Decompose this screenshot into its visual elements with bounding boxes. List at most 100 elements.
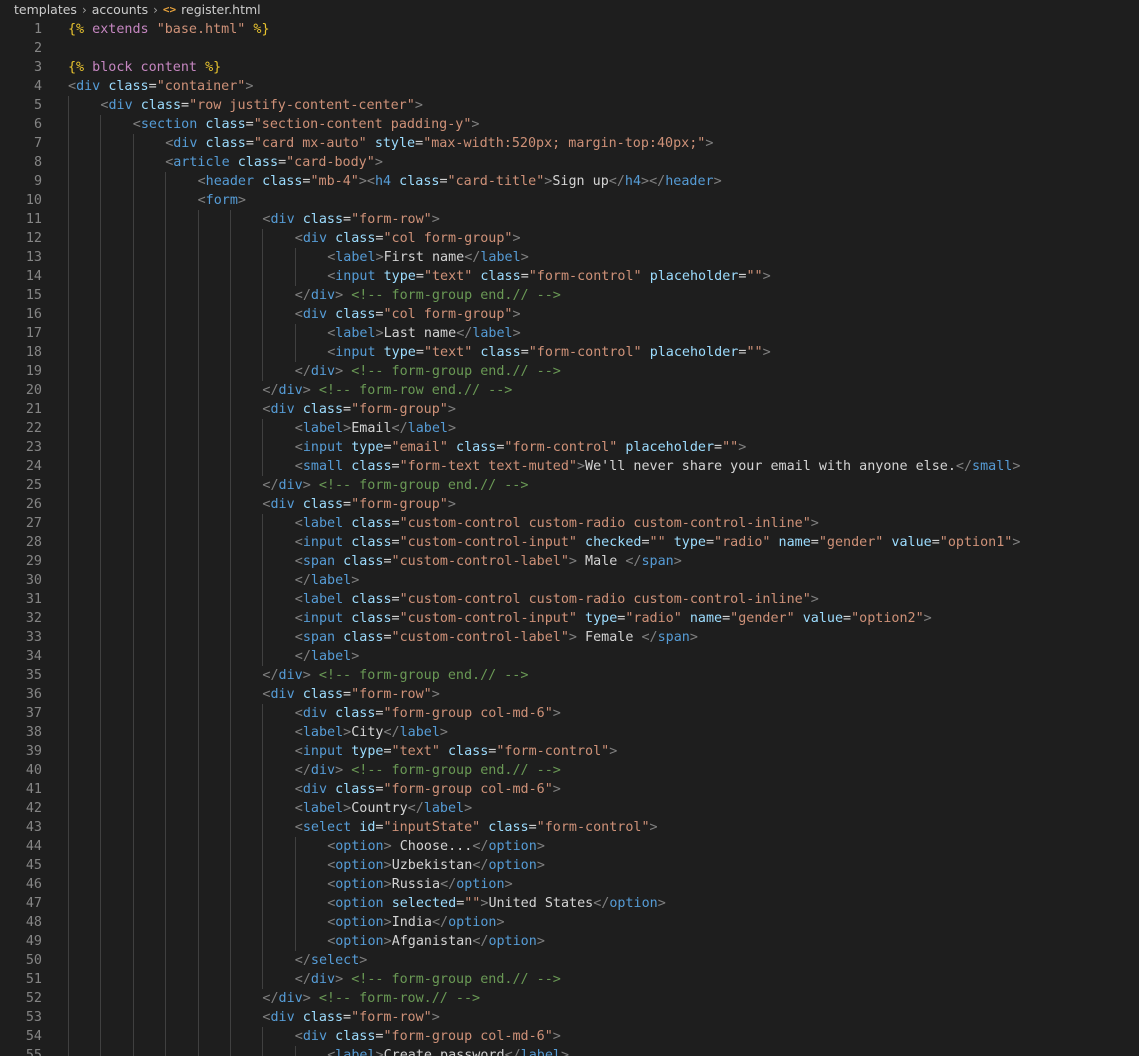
code-line[interactable]: 43 <select id="inputState" class="form-co… [0, 818, 1139, 837]
indent-guide [100, 742, 102, 761]
tag-bracket: > [705, 136, 714, 151]
code-line[interactable]: 13 <label>First name</label> [0, 248, 1139, 267]
tag-bracket: > [520, 250, 529, 265]
line-number: 11 [25, 212, 42, 227]
code-line[interactable]: 34 </label> [0, 647, 1139, 666]
code-content: <label>Email</label> [295, 419, 456, 438]
code-line[interactable]: 55 <label>Create password</label> [0, 1046, 1139, 1056]
attribute-value: "text" [391, 744, 440, 759]
text-content [577, 535, 585, 550]
code-line[interactable]: 18 <input type="text" class="form-control… [0, 343, 1139, 362]
line-number: 42 [25, 801, 42, 816]
code-line[interactable]: 54 <div class="form-group col-md-6"> [0, 1027, 1139, 1046]
code-line[interactable]: 52 </div> <!-- form-row.// --> [0, 989, 1139, 1008]
indent-guide [132, 438, 134, 457]
code-line[interactable]: 1 {% extends "base.html" %} [0, 20, 1139, 39]
code-line[interactable]: 27 <label class="custom-control custom-ra… [0, 514, 1139, 533]
attribute-value: "container" [156, 79, 246, 94]
code-line[interactable]: 24 <small class="form-text text-muted">We… [0, 457, 1139, 476]
code-line[interactable]: 44 <option> Choose...</option> [0, 837, 1139, 856]
line-number: 32 [25, 611, 42, 626]
attribute-name: class [351, 516, 392, 531]
code-line[interactable]: 8 <article class="card-body"> [0, 153, 1139, 172]
indent-guide [165, 913, 167, 932]
attribute-name: placeholder [649, 345, 739, 360]
indent-guide [294, 837, 296, 856]
code-line[interactable]: 29 <span class="custom-control-label"> Ma… [0, 552, 1139, 571]
indent-guide [262, 552, 264, 571]
tag-bracket: < [294, 440, 303, 455]
indent-guide [100, 590, 102, 609]
code-line[interactable]: 22 <label>Email</label> [0, 419, 1139, 438]
code-line[interactable]: 36 <div class="form-row"> [0, 685, 1139, 704]
code-line[interactable]: 32 <input class="custom-control-input" ty… [0, 609, 1139, 628]
code-line[interactable]: 40 </div> <!-- form-group end.// --> [0, 761, 1139, 780]
code-line[interactable]: 31 <label class="custom-control custom-ra… [0, 590, 1139, 609]
text-content: Sign up [552, 174, 609, 189]
code-content: <div class="form-group"> [262, 495, 456, 514]
code-line[interactable]: 15 </div> <!-- form-group end.// --> [0, 286, 1139, 305]
code-line[interactable]: 25 </div> <!-- form-group end.// --> [0, 476, 1139, 495]
code-line[interactable]: 37 <div class="form-group col-md-6"> [0, 704, 1139, 723]
breadcrumb-folder-templates[interactable]: templates [14, 2, 77, 17]
code-line[interactable]: 53 <div class="form-row"> [0, 1008, 1139, 1027]
code-line[interactable]: 51 </div> <!-- form-group end.// --> [0, 970, 1139, 989]
code-line[interactable]: 3 {% block content %} [0, 58, 1139, 77]
code-line[interactable]: 41 <div class="form-group col-md-6"> [0, 780, 1139, 799]
tag-bracket: > [552, 1029, 561, 1044]
code-line[interactable]: 48 <option>India</option> [0, 913, 1139, 932]
tag-name: div [270, 497, 295, 512]
code-line[interactable]: 20 </div> <!-- form-row end.// --> [0, 381, 1139, 400]
code-line[interactable]: 30 </label> [0, 571, 1139, 590]
code-line[interactable]: 11 <div class="form-row"> [0, 210, 1139, 229]
code-line[interactable]: 50 </select> [0, 951, 1139, 970]
indent-guide [68, 172, 69, 191]
code-line[interactable]: 42 <label>Country</label> [0, 799, 1139, 818]
code-line[interactable]: 23 <input type="email" class="form-contro… [0, 438, 1139, 457]
code-line[interactable]: 35 </div> <!-- form-group end.// --> [0, 666, 1139, 685]
code-content: <option> Choose...</option> [327, 837, 545, 856]
breadcrumb-file-register[interactable]: register.html [181, 2, 261, 17]
code-line[interactable]: 2 [0, 39, 1139, 58]
code-line[interactable]: 10 <form> [0, 191, 1139, 210]
breadcrumb-folder-accounts[interactable]: accounts [92, 2, 148, 17]
indent-guide [100, 837, 102, 856]
tag-bracket: > [383, 934, 392, 949]
code-line[interactable]: 46 <option>Russia</option> [0, 875, 1139, 894]
code-line[interactable]: 14 <input type="text" class="form-control… [0, 267, 1139, 286]
tag-name: select [302, 820, 352, 835]
code-line[interactable]: 5 <div class="row justify-content-center"… [0, 96, 1139, 115]
code-line[interactable]: 12 <div class="col form-group"> [0, 229, 1139, 248]
code-line[interactable]: 45 <option>Uzbekistan</option> [0, 856, 1139, 875]
code-line[interactable]: 33 <span class="custom-control-label"> Fe… [0, 628, 1139, 647]
indent-guide [294, 343, 296, 362]
code-line[interactable]: 21 <div class="form-group"> [0, 400, 1139, 419]
indent-guide [262, 1046, 264, 1056]
tag-name: header [205, 174, 255, 189]
code-editor[interactable]: 1 {% extends "base.html" %} 2 3 {% block con… [0, 20, 1139, 1056]
code-line[interactable]: 39 <input type="text" class="form-control… [0, 742, 1139, 761]
code-line[interactable]: 49 <option>Afganistan</option> [0, 932, 1139, 951]
indent-guide [262, 362, 264, 381]
attribute-value: "custom-control-label" [391, 630, 569, 645]
attribute-name: class [351, 611, 392, 626]
attribute-name: type [351, 744, 384, 759]
code-line[interactable]: 28 <input class="custom-control-input" ch… [0, 533, 1139, 552]
code-line[interactable]: 26 <div class="form-group"> [0, 495, 1139, 514]
tag-name: input [302, 611, 344, 626]
indent-guide [132, 552, 134, 571]
line-number: 27 [25, 516, 42, 531]
code-line[interactable]: 9 <header class="mb-4"><h4 class="card-ti… [0, 172, 1139, 191]
code-line[interactable]: 6 <section class="section-content padding… [0, 115, 1139, 134]
tag-bracket: > [512, 326, 521, 341]
code-line[interactable]: 4 <div class="container"> [0, 77, 1139, 96]
code-line[interactable]: 16 <div class="col form-group"> [0, 305, 1139, 324]
code-line[interactable]: 17 <label>Last name</label> [0, 324, 1139, 343]
code-line[interactable]: 7 <div class="card mx-auto" style="max-wi… [0, 134, 1139, 153]
code-line[interactable]: 47 <option selected="">United States</opt… [0, 894, 1139, 913]
code-line[interactable]: 38 <label>City</label> [0, 723, 1139, 742]
code-line[interactable]: 19 </div> <!-- form-group end.// --> [0, 362, 1139, 381]
text-content [448, 440, 456, 455]
attribute-name: class [302, 402, 344, 417]
indent-guide [197, 799, 199, 818]
